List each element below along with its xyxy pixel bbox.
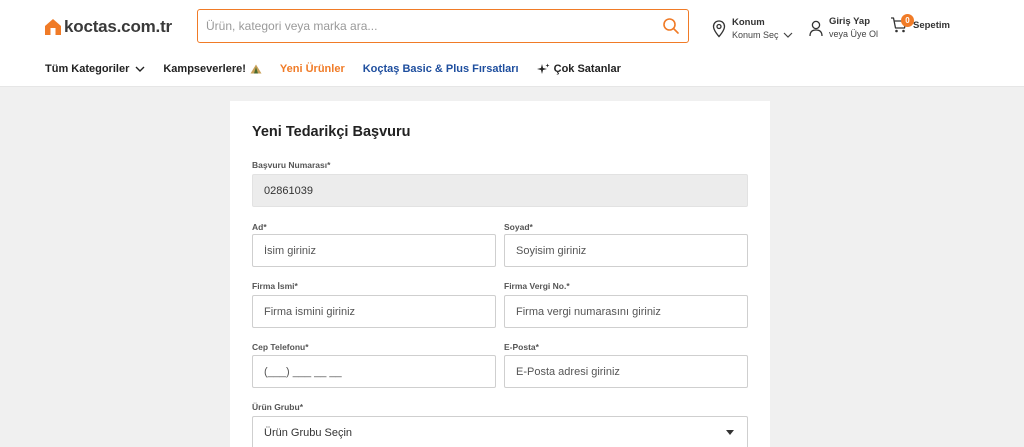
application-number-field: 02861039 xyxy=(252,174,748,207)
last-name-field xyxy=(504,234,748,267)
location-selector[interactable]: Konum Konum Seç xyxy=(712,17,793,41)
nav-best-sellers[interactable]: Çok Satanlar xyxy=(536,63,621,76)
login-button[interactable]: Giriş Yap veya Üye Ol xyxy=(809,16,878,40)
cart-count-badge: 0 xyxy=(901,14,914,27)
nav-label: Kampseverlere! xyxy=(163,63,246,75)
tent-icon xyxy=(250,64,262,74)
tax-number-input[interactable] xyxy=(505,296,747,327)
chevron-down-icon xyxy=(783,32,792,38)
nav-campers[interactable]: Kampseverlere! xyxy=(163,63,262,75)
chevron-down-icon xyxy=(135,66,145,72)
last-name-label: Soyad* xyxy=(504,222,533,232)
product-group-select[interactable]: Ürün Grubu Seçin xyxy=(252,416,748,447)
logo-text: koctas.com.tr xyxy=(64,17,172,36)
location-subtitle: Konum Seç xyxy=(732,30,779,40)
nav-basic-plus-deals[interactable]: Koçtaş Basic & Plus Fırsatları xyxy=(363,63,519,75)
search-icon[interactable] xyxy=(662,17,680,35)
category-nav: Tüm Kategoriler Kampseverlere! Yeni Ürün… xyxy=(45,61,639,77)
email-label: E-Posta* xyxy=(504,342,539,352)
tax-number-label: Firma Vergi No.* xyxy=(504,281,570,291)
application-number-value: 02861039 xyxy=(264,185,313,197)
cart-button[interactable]: 0 Sepetim xyxy=(890,14,950,34)
site-header: koctas.com.tr Konum Konum Seç xyxy=(0,0,1024,87)
application-number-label: Başvuru Numarası* xyxy=(252,160,331,170)
location-title: Konum xyxy=(732,17,765,28)
nav-label: Çok Satanlar xyxy=(553,63,621,75)
email-input[interactable] xyxy=(505,356,747,387)
house-logo-icon xyxy=(45,19,61,35)
tax-number-field xyxy=(504,295,748,328)
last-name-input[interactable] xyxy=(505,235,747,266)
user-icon xyxy=(809,20,823,36)
company-name-label: Firma İsmi* xyxy=(252,281,298,291)
cart-label: Sepetim xyxy=(913,19,950,31)
nav-new-products[interactable]: Yeni Ürünler xyxy=(280,63,345,75)
login-title: Giriş Yap xyxy=(829,16,871,27)
first-name-input[interactable] xyxy=(253,235,495,266)
email-field xyxy=(504,355,748,388)
first-name-label: Ad* xyxy=(252,222,267,232)
nav-label: Tüm Kategoriler xyxy=(45,63,130,75)
logo[interactable]: koctas.com.tr xyxy=(44,16,172,38)
supplier-application-form: Yeni Tedarikçi Başvuru Başvuru Numarası*… xyxy=(230,101,770,447)
mobile-phone-input[interactable] xyxy=(253,356,495,387)
search-bar xyxy=(197,9,689,43)
mobile-phone-field xyxy=(252,355,496,388)
first-name-field xyxy=(252,234,496,267)
form-title: Yeni Tedarikçi Başvuru xyxy=(252,124,411,140)
search-input[interactable] xyxy=(198,10,648,42)
company-name-field xyxy=(252,295,496,328)
location-pin-icon xyxy=(712,20,726,38)
nav-label: Yeni Ürünler xyxy=(279,63,345,75)
caret-down-icon xyxy=(726,430,734,435)
company-name-input[interactable] xyxy=(253,296,495,327)
mobile-phone-label: Cep Telefonu* xyxy=(252,342,309,352)
product-group-value: Ürün Grubu Seçin xyxy=(264,427,353,439)
nav-all-categories[interactable]: Tüm Kategoriler xyxy=(45,63,145,75)
login-subtitle: veya Üye Ol xyxy=(829,29,879,39)
nav-label: Koçtaş Basic & Plus Fırsatları xyxy=(362,63,519,75)
sparkle-icon xyxy=(536,63,550,74)
product-group-label: Ürün Grubu* xyxy=(252,402,303,412)
